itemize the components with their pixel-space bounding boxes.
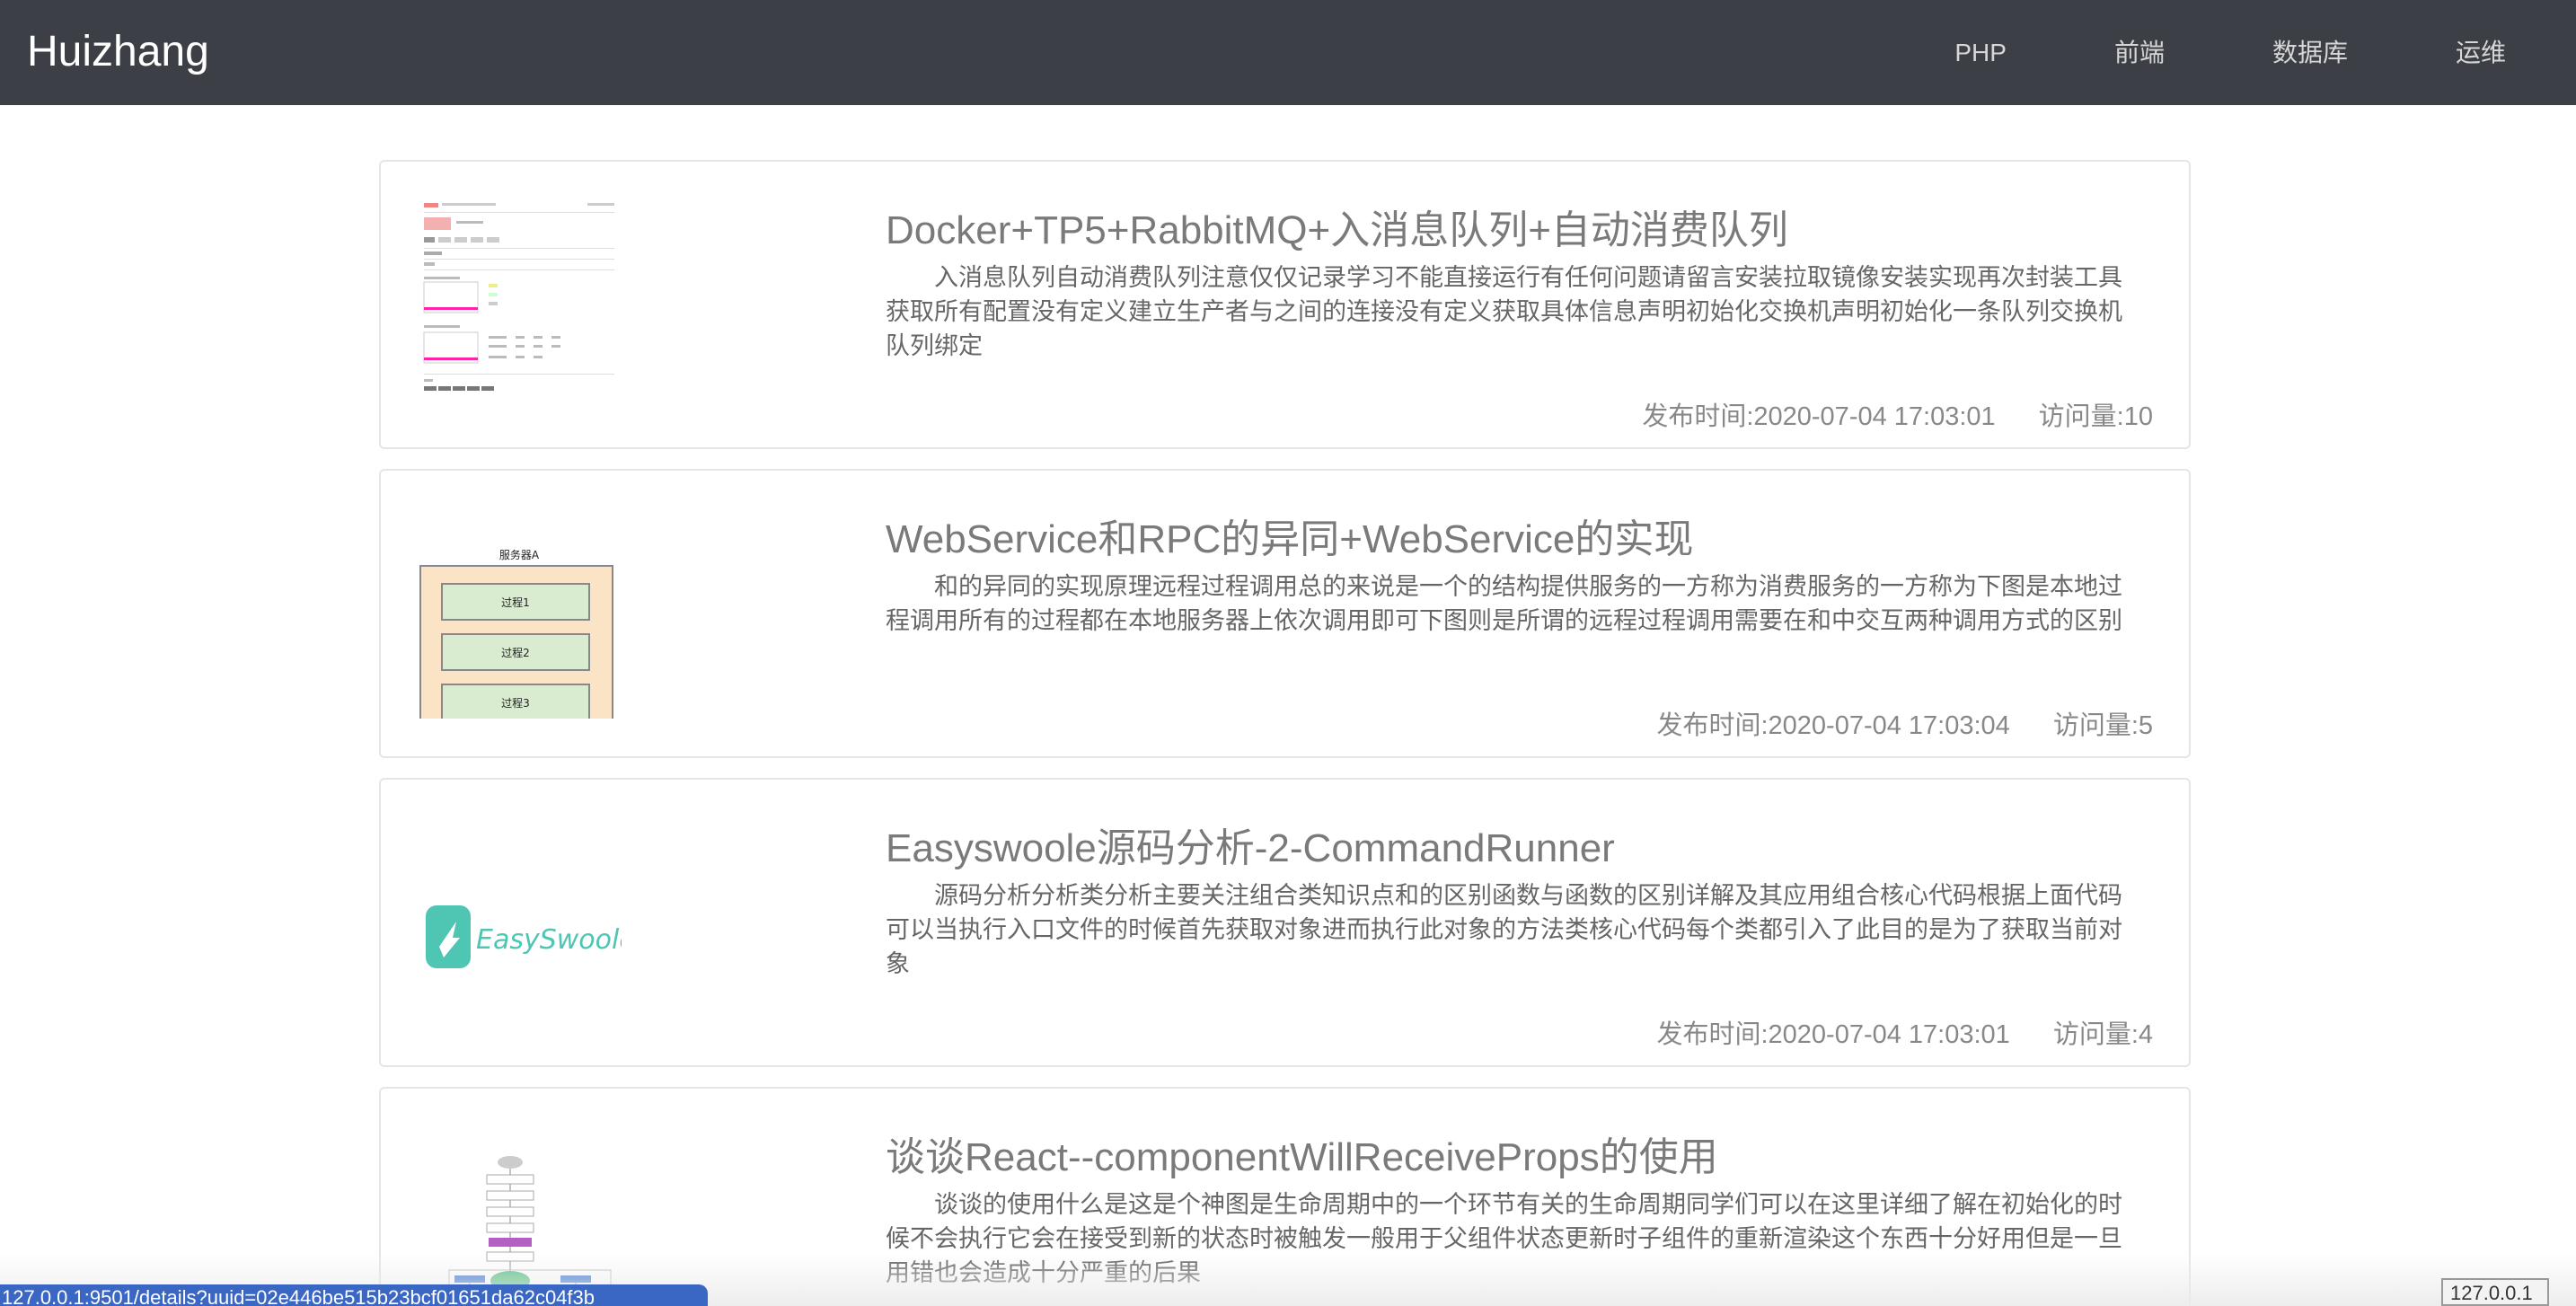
article-thumbnail-diagram[interactable]: 服务器A 过程1 过程2 过程3 [417, 503, 622, 736]
article-meta: 发布时间:2020-07-04 17:03:01 访问量:4 [1656, 1013, 2153, 1051]
article-title[interactable]: WebService和RPC的异同+WebService的实现 [886, 507, 1693, 564]
main-nav: PHP 前端 数据库 运维 [1901, 0, 2576, 105]
view-count: 访问量:5 [2052, 711, 2153, 740]
host-label: 127.0.0.1 [2441, 1278, 2549, 1306]
link-status-bar: 127.0.0.1:9501/details?uuid=02e446be515b… [0, 1284, 708, 1306]
article-title[interactable]: 谈谈React--componentWillReceiveProps的使用 [886, 1125, 1718, 1182]
article-summary: 源码分析分析类分析主要关注组合类知识点和的区别函数与函数的区别详解及其应用组合核… [886, 882, 2122, 977]
publish-time: 发布时间:2020-07-04 17:03:01 [1642, 402, 1996, 431]
nav-link-php[interactable]: PHP [1901, 0, 2060, 105]
article-meta: 发布时间:2020-07-04 17:03:01 访问量:10 [1642, 395, 2153, 433]
article-thumbnail-flowchart[interactable] [417, 1121, 622, 1306]
article-summary: 谈谈的使用什么是这是个神图是生命周期中的一个环节有关的生命周期同学们可以在这里详… [886, 1191, 2122, 1286]
article-title[interactable]: Docker+TP5+RabbitMQ+入消息队列+自动消费队列 [886, 198, 1788, 255]
diagram-box-label: 过程1 [501, 596, 530, 609]
article-thumbnail-screenshot[interactable] [417, 194, 622, 410]
diagram-box-label: 过程3 [501, 696, 530, 710]
easyswoole-logo-text: EasySwoole [476, 924, 622, 956]
nav-link-ops[interactable]: 运维 [2402, 0, 2576, 105]
article-card[interactable]: EasySwoole Easyswoole源码分析-2-CommandRunne… [379, 778, 2191, 1067]
diagram-box-label: 过程2 [501, 646, 530, 659]
article-meta: 发布时间:2020-07-04 17:03:04 访问量:5 [1656, 704, 2153, 742]
diagram-header: 服务器A [499, 548, 540, 561]
article-card[interactable]: 服务器A 过程1 过程2 过程3 WebService和RPC的异同+WebSe… [379, 469, 2191, 758]
article-thumbnail-logo[interactable]: EasySwoole [417, 812, 636, 1028]
publish-time: 发布时间:2020-07-04 17:03:04 [1656, 711, 2010, 740]
article-title[interactable]: Easyswoole源码分析-2-CommandRunner [886, 816, 1615, 873]
publish-time: 发布时间:2020-07-04 17:03:01 [1656, 1020, 2010, 1049]
top-navbar: Huizhang PHP 前端 数据库 运维 [0, 0, 2576, 105]
article-card[interactable]: Docker+TP5+RabbitMQ+入消息队列+自动消费队列 入消息队列自动… [379, 160, 2191, 449]
nav-link-frontend[interactable]: 前端 [2060, 0, 2219, 105]
nav-link-database[interactable]: 数据库 [2219, 0, 2402, 105]
site-brand[interactable]: Huizhang [27, 25, 209, 79]
article-card[interactable]: 谈谈React--componentWillReceiveProps的使用 谈谈… [379, 1087, 2191, 1306]
view-count: 访问量:10 [2038, 402, 2153, 431]
article-summary: 入消息队列自动消费队列注意仅仅记录学习不能直接运行有任何问题请留言安装拉取镜像安… [886, 264, 2122, 359]
view-count: 访问量:4 [2052, 1020, 2153, 1049]
article-summary: 和的异同的实现原理远程过程调用总的来说是一个的结构提供服务的一方称为消费服务的一… [886, 573, 2122, 634]
